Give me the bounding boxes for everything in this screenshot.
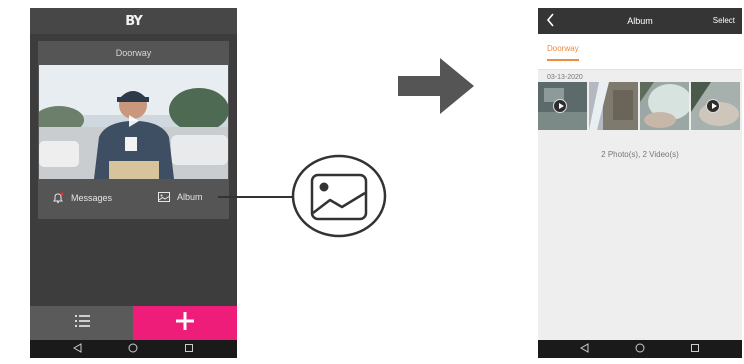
album-date: 03-13-2020	[547, 74, 583, 81]
play-icon	[553, 99, 567, 113]
video-thumbnail[interactable]	[538, 82, 587, 130]
home-circle-icon[interactable]	[635, 340, 645, 358]
delivery-man-snapshot	[39, 65, 228, 179]
play-icon	[706, 99, 720, 113]
album-label: Album	[177, 192, 203, 202]
photo-thumbnail[interactable]	[640, 82, 689, 130]
android-nav-bar	[538, 340, 742, 358]
callout-line	[218, 196, 294, 198]
android-nav-bar	[30, 340, 237, 358]
recents-square-icon[interactable]	[184, 340, 194, 358]
camera-card-title: Doorway	[115, 48, 152, 58]
left-phone-screen: BY Doorway Messages Album	[30, 8, 237, 358]
plus-icon	[176, 311, 194, 335]
list-icon	[74, 314, 90, 333]
back-triangle-icon[interactable]	[580, 340, 590, 358]
tab-doorway[interactable]: Doorway	[547, 44, 579, 61]
bell-icon	[52, 192, 64, 204]
messages-label: Messages	[71, 193, 113, 203]
album-button[interactable]: Album	[158, 192, 203, 202]
home-circle-icon[interactable]	[128, 340, 138, 358]
video-thumbnail[interactable]	[691, 82, 740, 130]
photo-thumbnail[interactable]	[589, 82, 638, 130]
camera-actions: Messages Album	[38, 183, 229, 213]
back-triangle-icon[interactable]	[72, 340, 83, 358]
bottom-bar	[30, 306, 237, 340]
messages-button[interactable]: Messages	[52, 192, 112, 204]
app-header: BY	[30, 8, 237, 34]
album-tab-bar: Doorway	[538, 34, 742, 70]
recents-square-icon[interactable]	[690, 340, 700, 358]
camera-card[interactable]: Doorway Messages Album	[38, 41, 229, 219]
right-phone-screen: Album Select Doorway 03-13-2020 2 Photo(…	[538, 8, 742, 358]
select-button[interactable]: Select	[713, 8, 735, 34]
camera-snapshot[interactable]	[39, 65, 228, 179]
add-device-button[interactable]	[133, 306, 237, 340]
instruction-graphic: BY Doorway Messages Album Album Select D…	[0, 0, 744, 364]
album-summary: 2 Photo(s), 2 Video(s)	[601, 150, 679, 159]
device-list-button[interactable]	[30, 306, 133, 340]
album-icon	[158, 192, 170, 202]
app-logo: BY	[125, 13, 143, 29]
album-title: Album	[627, 16, 653, 26]
thumbnail-grid	[538, 82, 742, 130]
album-header: Album Select	[538, 8, 742, 34]
next-step-arrow	[396, 56, 476, 116]
zoomed-album-icon	[290, 153, 388, 239]
